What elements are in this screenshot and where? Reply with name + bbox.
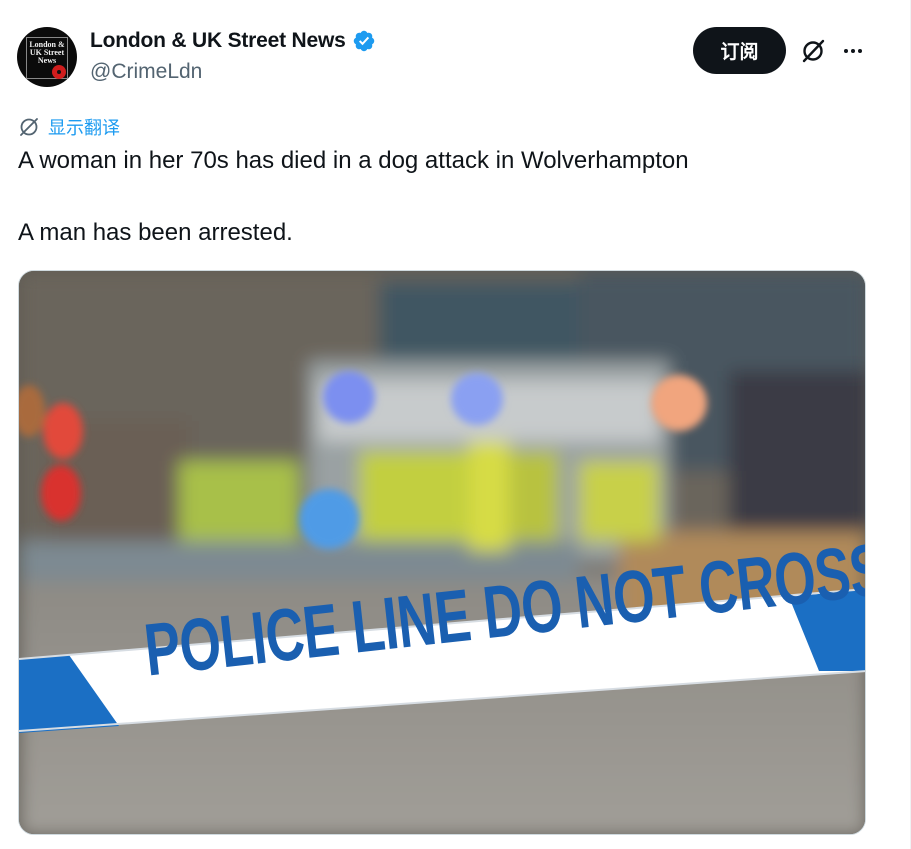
avatar-logo-text: London & UK Street News [29,40,65,65]
grok-icon[interactable] [800,38,826,64]
subscribe-button[interactable]: 订阅 [693,27,786,74]
tweet-text-line: A woman in her 70s has died in a dog att… [18,147,689,174]
tweet-media-image[interactable]: POLICE LINE DO NOT CROSS [18,270,866,835]
poppy-center [57,70,61,74]
author-name-row[interactable]: London & UK Street News [90,29,376,53]
show-translation-link[interactable]: 显示翻译 [18,114,120,140]
tweet-text-line: A man has been arrested. [18,219,293,246]
verified-badge-icon [353,30,374,52]
author-handle[interactable]: @CrimeLdn [90,60,202,84]
author-display-name[interactable]: London & UK Street News [90,29,346,53]
show-translation-label: 显示翻译 [48,118,120,138]
avatar[interactable]: London & UK Street News [17,27,77,87]
globe-icon [20,118,38,136]
more-icon[interactable] [840,38,866,64]
